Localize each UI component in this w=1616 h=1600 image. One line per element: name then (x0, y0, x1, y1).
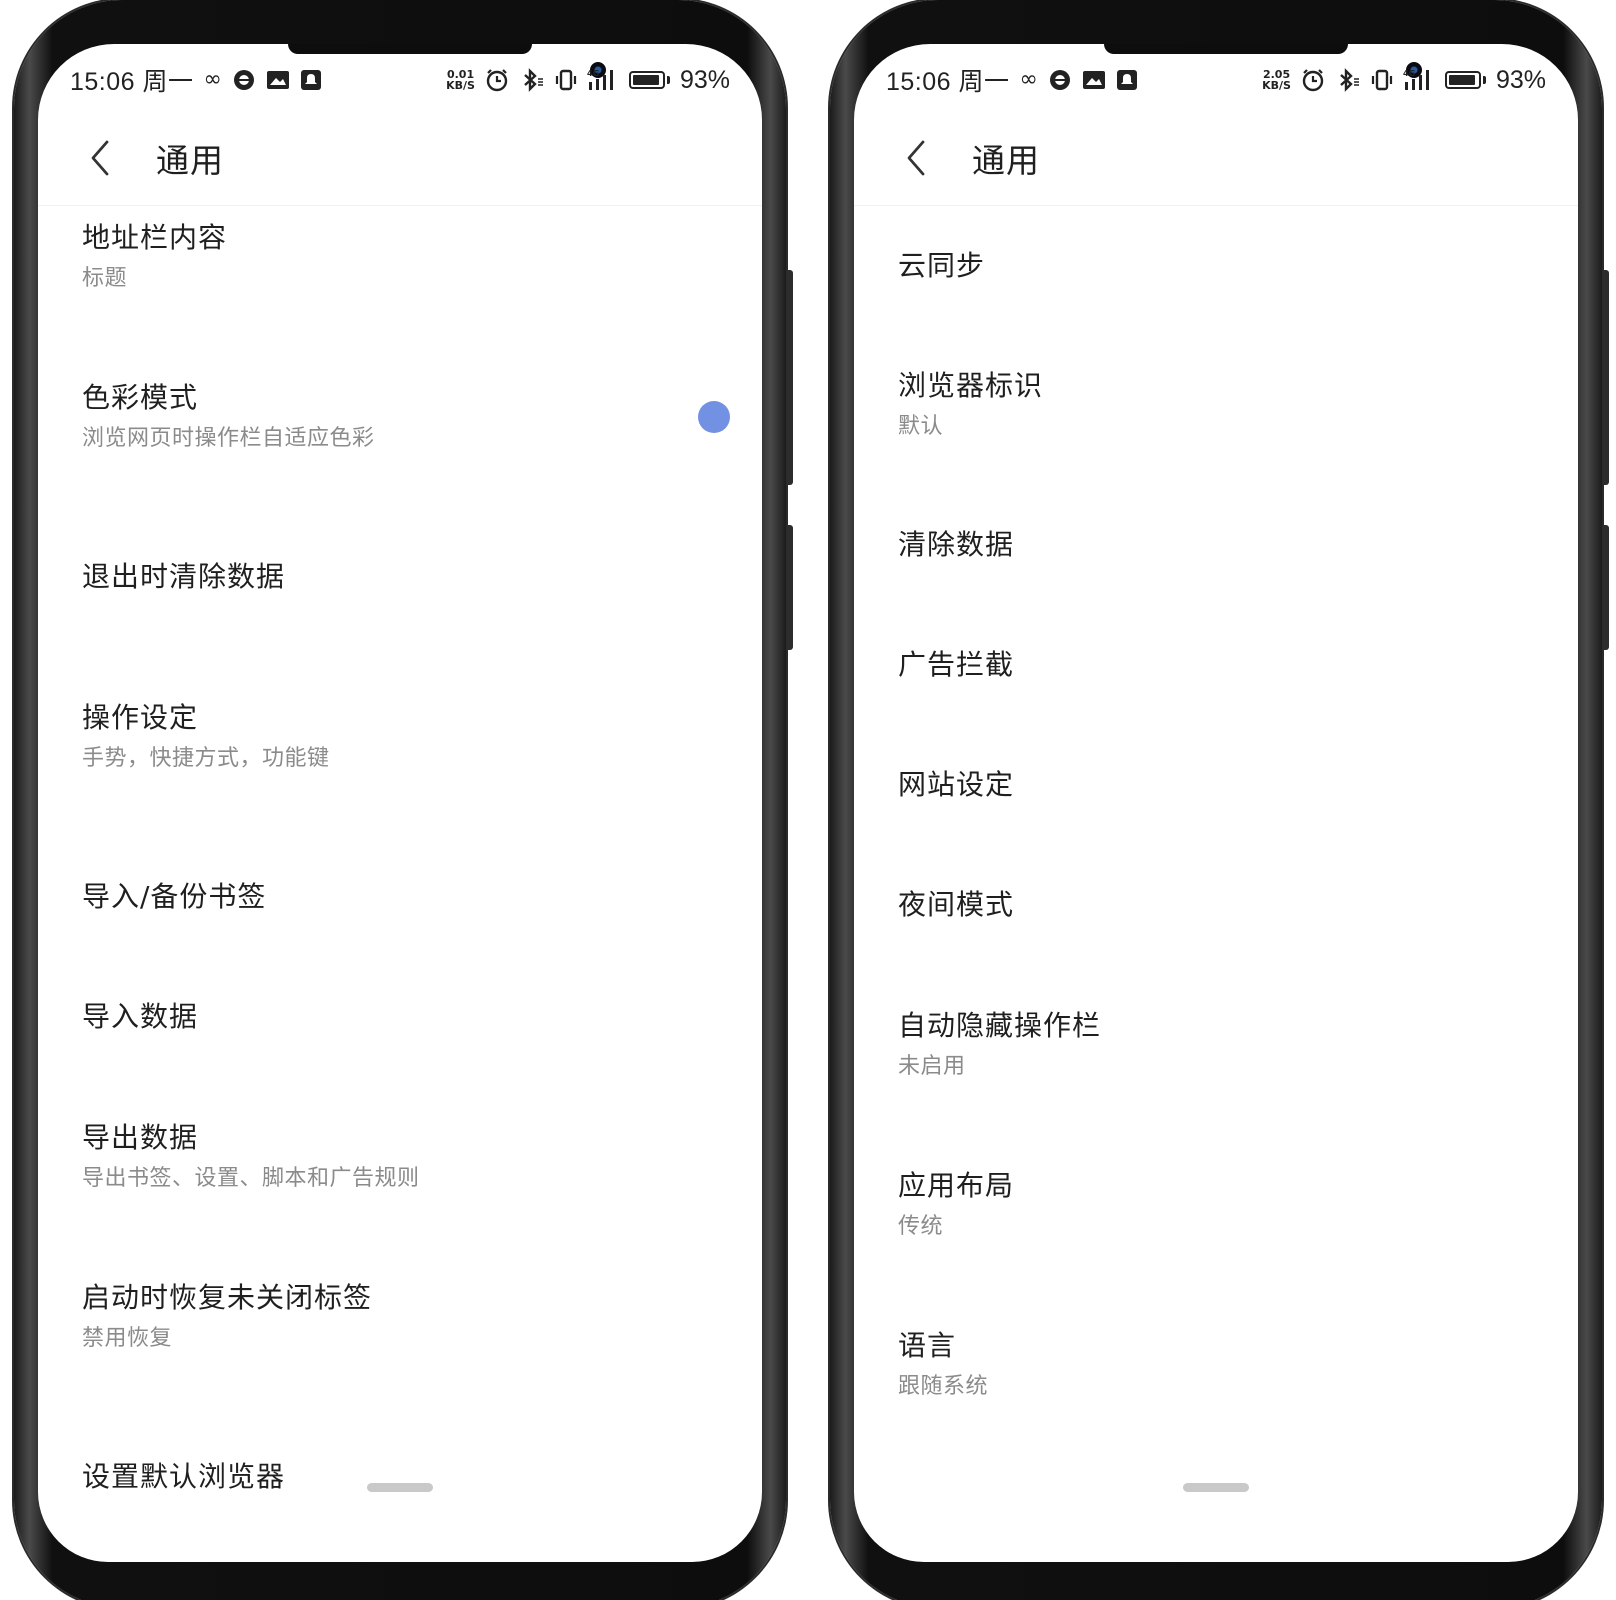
battery-percentage: 93% (1495, 65, 1546, 94)
setting-title: 导出数据 (82, 1121, 199, 1154)
setting-operation[interactable]: 操作设定 手势，快捷方式，功能键 (38, 637, 762, 837)
setting-subtitle: 禁用恢复 (82, 1326, 173, 1351)
setting-language[interactable]: 语言 跟随系统 (854, 1285, 1578, 1445)
setting-cloud-sync[interactable]: 云同步 (854, 207, 1578, 325)
battery-fill (632, 75, 659, 85)
signal-4g-icon: 4G (587, 68, 619, 92)
app-bar: 通用 (38, 110, 762, 206)
setting-title: 自动隐藏操作栏 (898, 1009, 1102, 1042)
setting-title: 浏览器标识 (898, 369, 1044, 402)
app-bar: 通用 (854, 110, 1578, 206)
setting-title: 色彩模式 (82, 381, 199, 414)
settings-list: 地址栏内容 标题 色彩模式 浏览网页时操作栏自适应色彩 退出时清除数据 操作设定… (38, 207, 762, 1557)
setting-subtitle: 跟随系统 (898, 1374, 989, 1399)
home-indicator[interactable] (1183, 1483, 1249, 1492)
app-notification-icon (1048, 68, 1072, 92)
setting-title: 语言 (898, 1329, 957, 1362)
svg-text:4G: 4G (587, 69, 599, 78)
vibrate-icon (1371, 68, 1393, 92)
setting-subtitle: 标题 (82, 266, 128, 291)
battery-icon (628, 71, 670, 89)
notch (1104, 44, 1348, 54)
setting-clear-data[interactable]: 清除数据 (854, 485, 1578, 605)
status-bar: 15:06 周一 ∞ 0.01 KB/S 4G 93% (70, 60, 730, 100)
setting-title: 应用布局 (898, 1169, 1015, 1202)
setting-import-backup-bookmarks[interactable]: 导入/备份书签 (38, 837, 762, 957)
status-time: 15:06 周一 (886, 68, 1010, 96)
phone-left: 15:06 周一 ∞ 0.01 KB/S 4G 93% 通用 地址栏内容 标题 … (14, 0, 793, 1600)
setting-title: 退出时清除数据 (82, 560, 286, 593)
network-speed: 0.01 KB/S (446, 69, 475, 91)
status-bar: 15:06 周一 ∞ 2.05 KB/S 4G 93% (886, 60, 1546, 100)
setting-default-browser[interactable]: 设置默认浏览器 (38, 1397, 762, 1557)
setting-ad-block[interactable]: 广告拦截 (854, 605, 1578, 725)
setting-import-data[interactable]: 导入数据 (38, 957, 762, 1077)
bluetooth-icon (519, 67, 545, 93)
status-time: 15:06 周一 (70, 68, 194, 96)
network-speed-unit: KB/S (446, 79, 475, 92)
battery-icon (1444, 71, 1486, 89)
back-arrow-icon[interactable] (72, 130, 128, 186)
home-indicator[interactable] (367, 1483, 433, 1492)
setting-title: 启动时恢复未关闭标签 (82, 1281, 373, 1314)
vibrate-icon (555, 68, 577, 92)
infinity-icon: ∞ (1019, 67, 1038, 92)
setting-title: 清除数据 (898, 528, 1015, 561)
power-button (1602, 525, 1609, 650)
screen: 15:06 周一 ∞ 0.01 KB/S 4G 93% 通用 地址栏内容 标题 … (38, 44, 762, 1562)
battery-fill (1448, 75, 1475, 85)
image-notification-icon (1082, 69, 1106, 91)
setting-title: 广告拦截 (898, 648, 1015, 681)
setting-title: 导入数据 (82, 1000, 199, 1033)
bell-notification-icon (1116, 69, 1138, 91)
setting-subtitle: 默认 (898, 414, 944, 439)
setting-subtitle: 传统 (898, 1214, 944, 1239)
setting-subtitle: 未启用 (898, 1054, 966, 1079)
svg-text:4G: 4G (1403, 69, 1415, 78)
setting-title: 操作设定 (82, 701, 199, 734)
setting-title: 云同步 (898, 249, 986, 282)
setting-app-layout[interactable]: 应用布局 传统 (854, 1125, 1578, 1285)
color-mode-toggle[interactable] (698, 401, 730, 433)
alarm-icon (1301, 68, 1325, 92)
page-title: 通用 (972, 140, 1040, 180)
network-speed-unit: KB/S (1262, 79, 1291, 92)
setting-color-mode[interactable]: 色彩模式 浏览网页时操作栏自适应色彩 (38, 317, 762, 517)
alarm-icon (485, 68, 509, 92)
setting-subtitle: 浏览网页时操作栏自适应色彩 (82, 426, 375, 451)
setting-title: 夜间模式 (898, 888, 1015, 921)
notch (288, 44, 532, 54)
settings-list: 云同步 浏览器标识 默认 清除数据 广告拦截 网站设定 夜间模式 自动隐藏操作栏… (854, 207, 1578, 1445)
page-title: 通用 (156, 140, 224, 180)
setting-title: 地址栏内容 (82, 221, 228, 254)
setting-address-bar-content[interactable]: 地址栏内容 标题 (38, 197, 762, 317)
phone-right: 15:06 周一 ∞ 2.05 KB/S 4G 93% 通用 云同步 浏览器标识… (830, 0, 1609, 1600)
setting-subtitle: 导出书签、设置、脚本和广告规则 (82, 1166, 420, 1191)
volume-button (786, 270, 793, 485)
signal-4g-icon: 4G (1403, 68, 1435, 92)
back-arrow-icon[interactable] (888, 130, 944, 186)
setting-subtitle: 手势，快捷方式，功能键 (82, 746, 330, 771)
setting-clear-on-exit[interactable]: 退出时清除数据 (38, 517, 762, 637)
bell-notification-icon (300, 69, 322, 91)
app-notification-icon (232, 68, 256, 92)
setting-title: 导入/备份书签 (82, 880, 267, 913)
battery-percentage: 93% (679, 65, 730, 94)
setting-browser-ua[interactable]: 浏览器标识 默认 (854, 325, 1578, 485)
setting-night-mode[interactable]: 夜间模式 (854, 845, 1578, 965)
setting-auto-hide-toolbar[interactable]: 自动隐藏操作栏 未启用 (854, 965, 1578, 1125)
infinity-icon: ∞ (203, 67, 222, 92)
power-button (786, 525, 793, 650)
network-speed: 2.05 KB/S (1262, 69, 1291, 91)
setting-site-settings[interactable]: 网站设定 (854, 725, 1578, 845)
setting-restore-tabs[interactable]: 启动时恢复未关闭标签 禁用恢复 (38, 1237, 762, 1397)
bluetooth-icon (1335, 67, 1361, 93)
screen: 15:06 周一 ∞ 2.05 KB/S 4G 93% 通用 云同步 浏览器标识… (854, 44, 1578, 1562)
volume-button (1602, 270, 1609, 485)
setting-export-data[interactable]: 导出数据 导出书签、设置、脚本和广告规则 (38, 1077, 762, 1237)
image-notification-icon (266, 69, 290, 91)
setting-title: 网站设定 (898, 768, 1015, 801)
